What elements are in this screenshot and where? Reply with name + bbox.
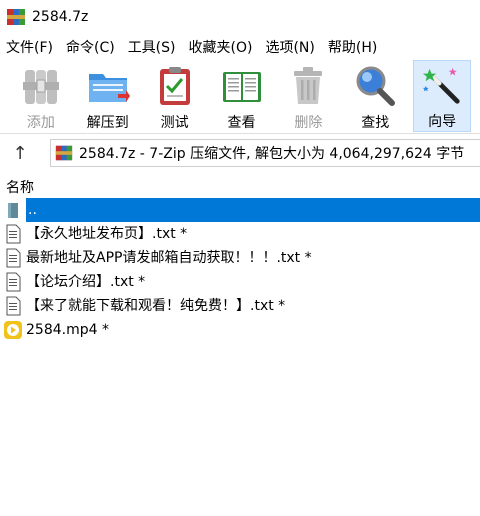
archive-add-icon [22, 70, 59, 104]
magnifier-icon [356, 66, 396, 106]
list-item-name: 2584.mp4 * [26, 322, 109, 338]
list-item[interactable]: 2584.mp4 * [0, 318, 480, 342]
menu-bar: 文件(F) 命令(C) 工具(S) 收藏夹(O) 选项(N) 帮助(H) [0, 34, 480, 60]
list-item-name: 【永久地址发布页】.txt * [26, 226, 188, 242]
view-book-icon [222, 72, 261, 102]
menu-help[interactable]: 帮助(H) [328, 37, 383, 57]
menu-file[interactable]: 文件(F) [6, 37, 59, 57]
arrow-up-icon: ↑ [12, 142, 28, 164]
text-file-icon [6, 224, 21, 244]
delete-button-label: 删除 [294, 115, 323, 131]
list-item-name: 【论坛介绍】.txt * [26, 274, 146, 290]
wizard-wand-icon [422, 67, 460, 104]
add-button-label: 添加 [26, 115, 55, 131]
title-bar: 2584.7z [0, 0, 480, 34]
extract-to-button-label: 解压到 [86, 115, 129, 131]
column-header-name-label: 名称 [6, 180, 34, 196]
window-title: 2584.7z [32, 9, 89, 25]
list-item-name: 【来了就能下载和观看！纯免费！】.txt * [26, 298, 286, 314]
wizard-button[interactable]: 向导 [413, 60, 472, 132]
list-item[interactable]: 最新地址及APP请发邮箱自动获取！！！.txt * [0, 246, 480, 270]
test-clipboard-icon [159, 67, 190, 105]
find-button-label: 查找 [361, 115, 390, 131]
add-button[interactable]: 添加 [12, 60, 70, 132]
list-item-name: .. [26, 198, 480, 222]
extract-to-button[interactable]: 解压到 [79, 60, 137, 132]
list-item[interactable]: 【永久地址发布页】.txt * [0, 222, 480, 246]
video-file-icon [4, 321, 22, 339]
path-field[interactable]: 2584.7z - 7-Zip 压缩文件, 解包大小为 4,064,297,62… [50, 139, 480, 167]
menu-command[interactable]: 命令(C) [66, 37, 121, 57]
text-file-icon [6, 248, 21, 268]
column-header-name[interactable]: 名称 [0, 176, 480, 198]
parent-folder-icon [8, 203, 18, 218]
menu-options[interactable]: 选项(N) [265, 37, 320, 57]
extract-folder-icon [88, 74, 130, 102]
up-folder-button[interactable]: ↑ [0, 138, 40, 168]
find-button[interactable]: 查找 [346, 60, 404, 132]
test-button-label: 测试 [160, 115, 189, 131]
view-button[interactable]: 查看 [213, 60, 271, 132]
file-list: .. 【永久地址发布页】.txt * 最新地址及APP请发邮箱自动获取！！！.t… [0, 198, 480, 342]
list-item-name: 最新地址及APP请发邮箱自动获取！！！.txt * [26, 250, 312, 266]
wizard-button-label: 向导 [428, 114, 457, 130]
list-item[interactable]: 【论坛介绍】.txt * [0, 270, 480, 294]
list-item[interactable]: 【来了就能下载和观看！纯免费！】.txt * [0, 294, 480, 318]
menu-tools[interactable]: 工具(S) [128, 37, 182, 57]
delete-button[interactable]: 删除 [279, 60, 337, 132]
text-file-icon [6, 272, 21, 292]
winrar-archive-icon [55, 145, 73, 161]
winrar-app-icon [7, 9, 25, 25]
view-button-label: 查看 [227, 115, 256, 131]
text-file-icon [6, 296, 21, 316]
toolbar: 添加 解压到 测试 查看 删除 查找 向导 [0, 60, 480, 134]
path-bar: ↑ 2584.7z - 7-Zip 压缩文件, 解包大小为 4,064,297,… [0, 138, 480, 168]
trash-icon [294, 67, 323, 104]
list-item-parent[interactable]: .. [0, 198, 480, 222]
path-text: 2584.7z - 7-Zip 压缩文件, 解包大小为 4,064,297,62… [79, 146, 465, 162]
menu-favorites[interactable]: 收藏夹(O) [189, 37, 259, 57]
test-button[interactable]: 测试 [146, 60, 204, 132]
